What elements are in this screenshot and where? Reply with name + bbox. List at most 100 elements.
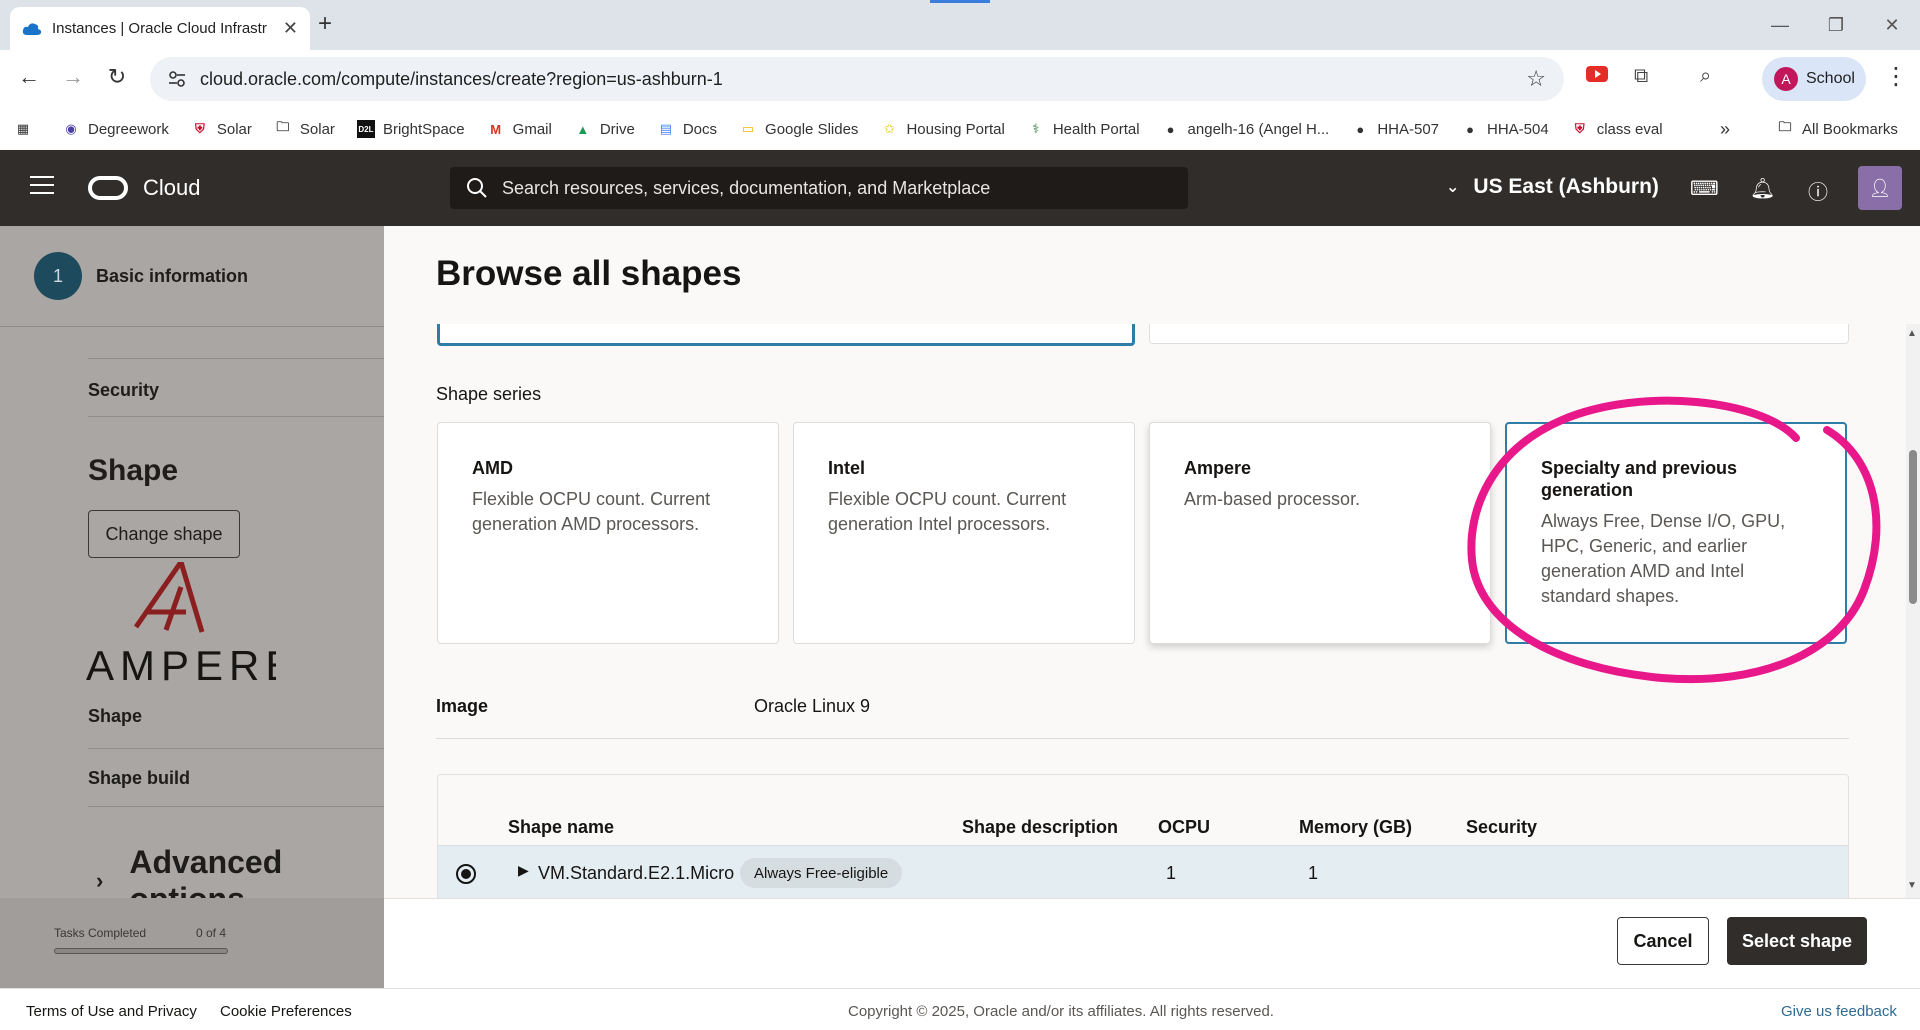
oracle-logo[interactable]: [88, 176, 128, 200]
browser-tab[interactable]: Instances | Oracle Cloud Infrastr ✕: [10, 7, 310, 50]
docs-icon: ▤: [659, 121, 672, 136]
bookmark-class-eval[interactable]: ⛨ class eval: [1571, 120, 1663, 138]
slides-icon: ▭: [741, 121, 755, 136]
bookmark-hha-507[interactable]: ● HHA-507: [1351, 120, 1439, 138]
image-value: Oracle Linux 9: [754, 696, 871, 716]
bookmark-brightspace[interactable]: D2L BrightSpace: [356, 120, 465, 138]
table-row[interactable]: ▶ VM.Standard.E2.1.Micro Always Free-eli…: [438, 845, 1848, 898]
memory-cell: 1: [1308, 863, 1319, 883]
apps-grid-icon[interactable]: ▦: [14, 120, 40, 138]
url-text: cloud.oracle.com/compute/instances/creat…: [200, 68, 723, 89]
card-title: AMD: [472, 458, 513, 478]
forward-icon[interactable]: →: [58, 64, 88, 90]
back-icon[interactable]: ←: [14, 64, 44, 90]
bookmark-hha-504[interactable]: ● HHA-504: [1461, 120, 1549, 138]
column-header-shape-description[interactable]: Shape description: [962, 817, 1118, 838]
panel-title: Browse all shapes: [436, 254, 742, 293]
oracle-cloud-favicon-icon: [22, 22, 42, 35]
notifications-bell-icon[interactable]: 🔔︎: [1750, 176, 1775, 201]
help-icon[interactable]: ⓘ: [1808, 176, 1828, 205]
card-description: Flexible OCPU count. Current generation …: [828, 489, 1067, 534]
user-avatar[interactable]: 👤︎: [1858, 166, 1902, 210]
column-header-ocpu[interactable]: OCPU: [1158, 817, 1210, 838]
bookmark-degreework[interactable]: ◉ Degreework: [62, 120, 169, 138]
restore-icon[interactable]: ❐: [1808, 0, 1864, 50]
divider: [88, 806, 384, 807]
panel-footer: Cancel Select shape: [384, 898, 1920, 988]
minimize-icon[interactable]: —: [1752, 0, 1808, 50]
folder-icon: 🗀: [276, 119, 290, 134]
column-header-security[interactable]: Security: [1466, 817, 1537, 838]
ampere-logo-text: AMPERE: [86, 642, 276, 689]
shield-icon: ⛨: [194, 121, 205, 136]
reload-icon[interactable]: ↻: [102, 64, 132, 90]
degreework-icon: ◉: [65, 121, 77, 136]
change-shape-button[interactable]: Change shape: [88, 510, 240, 558]
browser-menu-icon[interactable]: ⋮: [1884, 62, 1908, 91]
scroll-down-icon[interactable]: ▼: [1907, 880, 1917, 891]
tab-close-icon[interactable]: ✕: [283, 18, 298, 39]
cancel-button[interactable]: Cancel: [1617, 917, 1709, 965]
github-icon: ●: [1166, 121, 1175, 137]
shield-icon: ⛨: [1574, 121, 1585, 136]
drive-icon: ▲: [576, 121, 590, 137]
column-header-shape-name[interactable]: Shape name: [508, 817, 614, 838]
bookmark-gmail[interactable]: M Gmail: [487, 120, 552, 138]
row-radio-selected[interactable]: [456, 864, 476, 884]
always-free-badge: Always Free-eligible: [740, 858, 903, 888]
step-number: 1: [34, 252, 82, 300]
terms-link[interactable]: Terms of Use and Privacy: [26, 1003, 197, 1020]
tab-strip-indicator: [930, 0, 990, 3]
all-bookmarks[interactable]: 🗀 All Bookmarks: [1776, 119, 1897, 138]
brand-label[interactable]: Cloud: [143, 175, 200, 201]
expand-row-icon[interactable]: ▶: [518, 862, 529, 879]
panel-scroll-area: Shape series AMD Flexible OCPU count. Cu…: [384, 324, 1906, 898]
card-description: Arm-based processor.: [1184, 489, 1361, 509]
browser-tab-bar: Instances | Oracle Cloud Infrastr ✕ + — …: [0, 0, 1920, 50]
scroll-up-icon[interactable]: ▲: [1907, 328, 1917, 339]
youtube-extension-icon[interactable]: [1586, 65, 1608, 88]
bookmark-solar-1[interactable]: ⛨ Solar: [191, 120, 252, 138]
shape-series-card-amd[interactable]: AMD Flexible OCPU count. Current generat…: [437, 422, 779, 644]
more-bookmarks-icon[interactable]: »: [1720, 119, 1730, 140]
tab-search-icon[interactable]: ⌕: [1700, 65, 1711, 88]
bookmark-drive[interactable]: ▲ Drive: [574, 120, 634, 138]
scrollbar-thumb[interactable]: [1909, 450, 1917, 604]
browser-toolbar: ← → ↻ cloud.oracle.com/compute/instances…: [0, 50, 1920, 108]
divider: [0, 326, 384, 327]
tasks-progress-bar: [54, 948, 228, 954]
address-bar[interactable]: cloud.oracle.com/compute/instances/creat…: [150, 57, 1564, 101]
panel-scrollbar[interactable]: ▲ ▼: [1906, 324, 1920, 898]
shape-series-card-ampere[interactable]: Ampere Arm-based processor.: [1149, 422, 1491, 644]
shape-series-card-specialty[interactable]: Specialty and previous generation Always…: [1505, 422, 1847, 644]
cookie-preferences-link[interactable]: Cookie Preferences: [220, 1003, 352, 1020]
star-icon: ✩: [883, 121, 895, 136]
instance-type-card[interactable]: [1149, 324, 1849, 344]
bookmark-solar-2[interactable]: 🗀 Solar: [274, 119, 335, 138]
bookmark-docs[interactable]: ▤ Docs: [657, 120, 717, 138]
bookmark-star-icon[interactable]: ☆: [1526, 66, 1546, 92]
column-header-memory[interactable]: Memory (GB): [1299, 817, 1412, 838]
chevron-down-icon: ⌄: [1446, 179, 1460, 196]
site-info-icon[interactable]: [168, 70, 186, 88]
bookmark-housing-portal[interactable]: ✩ Housing Portal: [880, 120, 1005, 138]
image-label: Image: [436, 696, 489, 716]
shape-series-card-intel[interactable]: Intel Flexible OCPU count. Current gener…: [793, 422, 1135, 644]
extensions-icon[interactable]: ⧉: [1634, 65, 1648, 88]
bookmark-angelh-16[interactable]: ● angelh-16 (Angel H...: [1162, 120, 1330, 138]
bookmark-health-portal[interactable]: ⚕ Health Portal: [1027, 120, 1139, 138]
profile-chip[interactable]: A School: [1762, 57, 1866, 101]
select-shape-button[interactable]: Select shape: [1727, 917, 1867, 965]
feedback-link[interactable]: Give us feedback: [1781, 1003, 1897, 1020]
region-selector[interactable]: ⌄ US East (Ashburn): [1446, 175, 1659, 199]
folder-icon: 🗀: [1778, 119, 1792, 134]
profile-avatar: A: [1774, 67, 1798, 91]
wizard-step[interactable]: 1 Basic information: [34, 252, 248, 300]
cloud-shell-icon[interactable]: ⌨: [1690, 176, 1719, 201]
new-tab-icon[interactable]: +: [318, 10, 332, 38]
instance-type-card-selected[interactable]: [437, 324, 1135, 346]
bookmark-google-slides[interactable]: ▭ Google Slides: [739, 120, 859, 138]
global-search-input[interactable]: Search resources, services, documentatio…: [450, 167, 1188, 209]
hamburger-menu-icon[interactable]: [30, 176, 54, 200]
close-window-icon[interactable]: ✕: [1864, 0, 1920, 50]
